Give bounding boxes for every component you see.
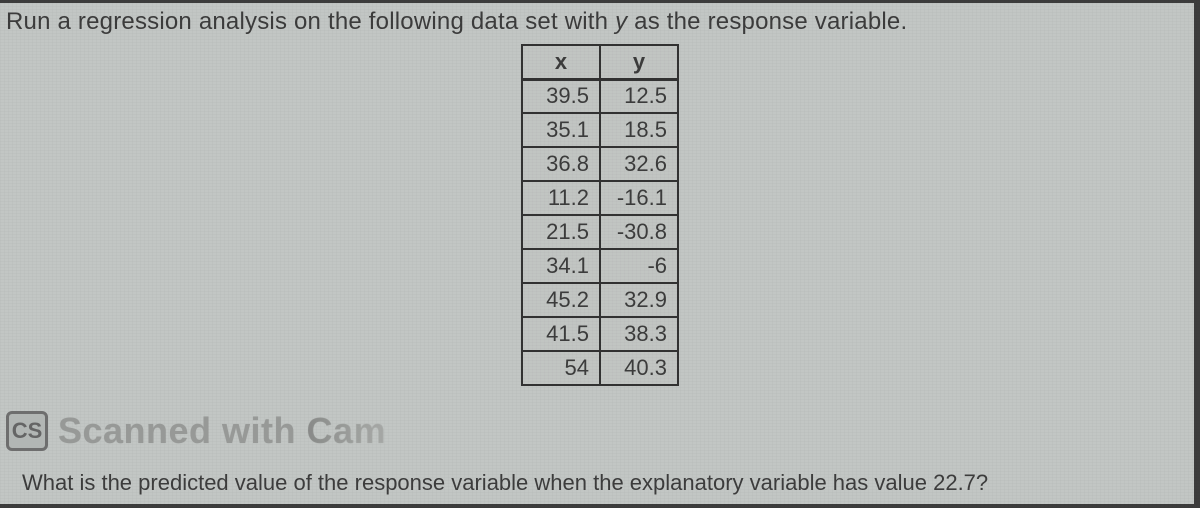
col-header-x: x: [522, 45, 600, 79]
cell-y: 40.3: [600, 351, 678, 385]
table-row: 34.1 -6: [522, 249, 678, 283]
cell-x: 41.5: [522, 317, 600, 351]
table-row: 21.5 -30.8: [522, 215, 678, 249]
table-row: 39.5 12.5: [522, 79, 678, 113]
watermark-badge-icon: CS: [6, 411, 48, 451]
instruction-pre: Run a regression analysis on the followi…: [6, 8, 615, 35]
cell-y: -16.1: [600, 181, 678, 215]
cell-y: -30.8: [600, 215, 678, 249]
scan-watermark: CS Scanned with Cam: [6, 410, 386, 452]
data-table-wrap: x y 39.5 12.5 35.1 18.5 36.8 32.6 11.2 -…: [0, 44, 1200, 386]
watermark-text: Scanned with Cam: [58, 410, 386, 452]
data-table: x y 39.5 12.5 35.1 18.5 36.8 32.6 11.2 -…: [521, 44, 679, 386]
instruction-post: as the response variable.: [627, 8, 907, 35]
table-header-row: x y: [522, 45, 678, 79]
cell-x: 54: [522, 351, 600, 385]
cell-x: 45.2: [522, 283, 600, 317]
cell-y: -6: [600, 249, 678, 283]
table-row: 45.2 32.9: [522, 283, 678, 317]
cell-y: 38.3: [600, 317, 678, 351]
col-header-y: y: [600, 45, 678, 79]
table-row: 35.1 18.5: [522, 113, 678, 147]
table-row: 11.2 -16.1: [522, 181, 678, 215]
cell-x: 21.5: [522, 215, 600, 249]
cell-x: 35.1: [522, 113, 600, 147]
cell-y: 32.6: [600, 147, 678, 181]
cell-x: 11.2: [522, 181, 600, 215]
table-row: 36.8 32.6: [522, 147, 678, 181]
watermark-fade: Cam: [307, 410, 387, 451]
watermark-main: Scanned with: [58, 410, 307, 451]
table-row: 41.5 38.3: [522, 317, 678, 351]
table-row: 54 40.3: [522, 351, 678, 385]
cell-y: 18.5: [600, 113, 678, 147]
question-line: What is the predicted value of the respo…: [22, 470, 988, 496]
cell-x: 36.8: [522, 147, 600, 181]
cell-y: 12.5: [600, 79, 678, 113]
instruction-line: Run a regression analysis on the followi…: [0, 0, 1200, 36]
cell-x: 39.5: [522, 79, 600, 113]
cell-x: 34.1: [522, 249, 600, 283]
cell-y: 32.9: [600, 283, 678, 317]
instruction-var: y: [615, 8, 627, 35]
